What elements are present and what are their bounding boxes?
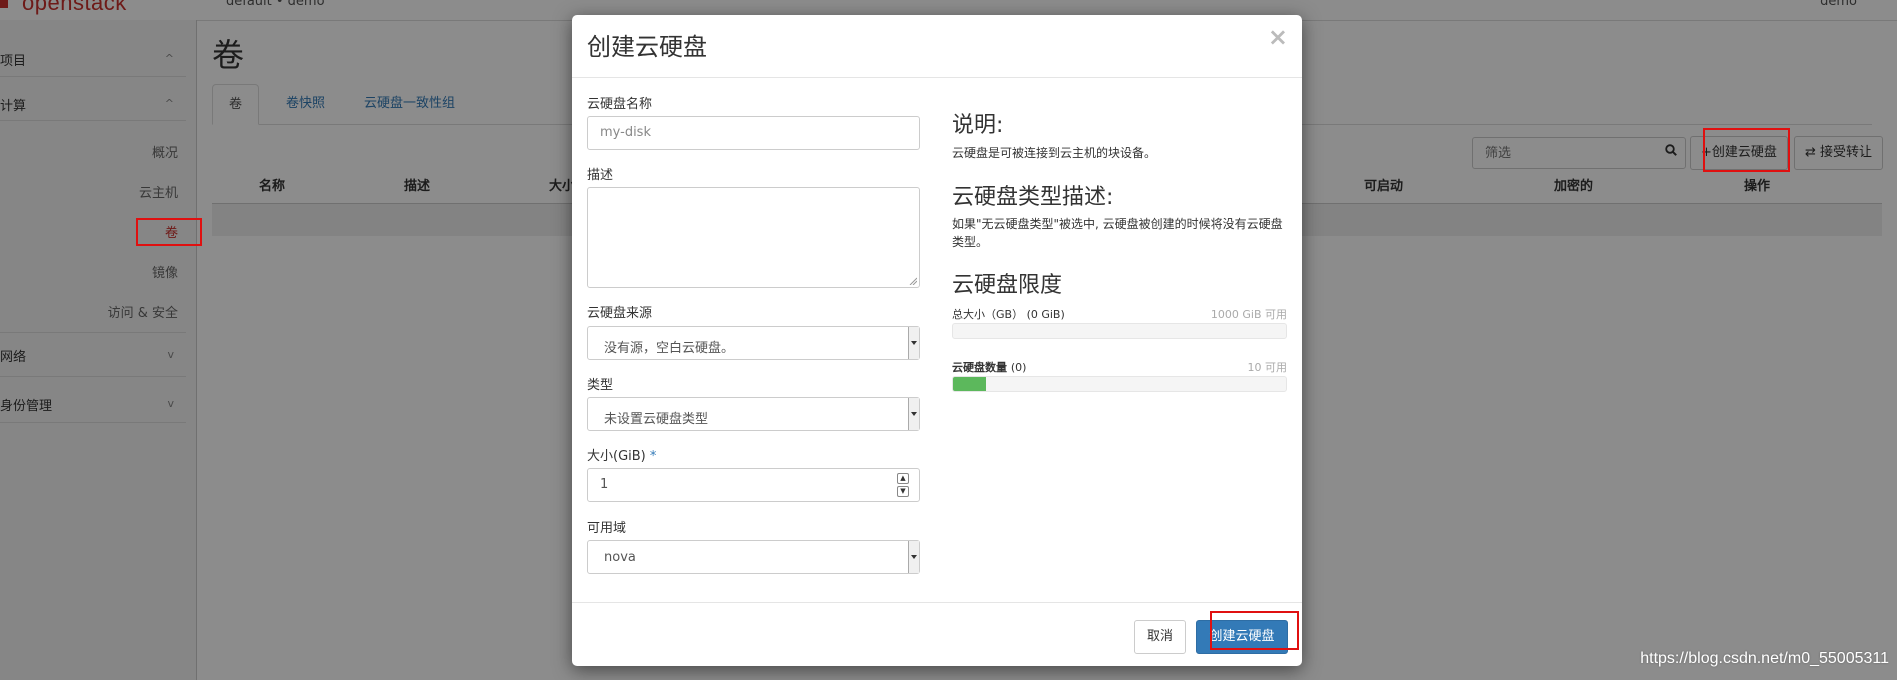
increment-icon[interactable]: ▲ (897, 473, 909, 484)
size-input[interactable]: 1 ▲ ▼ (587, 468, 920, 502)
quota-count-label-text: 云硬盘数量 (952, 361, 1007, 374)
highlight-box-submit (1210, 611, 1299, 650)
type-description-text: 如果"无云硬盘类型"被选中, 云硬盘被创建的时候将没有云硬盘类型。 (952, 217, 1283, 249)
decrement-icon[interactable]: ▼ (897, 486, 909, 497)
quota-size-label: 总大小（GB） (0 GiB) (952, 308, 1065, 321)
size-value: 1 (600, 477, 609, 492)
modal-header: 创建云硬盘 × (572, 15, 1302, 78)
type-description-heading: 云硬盘类型描述: (952, 185, 1114, 210)
size-stepper[interactable]: ▲ ▼ (897, 473, 909, 497)
cancel-button[interactable]: 取消 (1134, 620, 1186, 654)
quota-size-available: 1000 GiB 可用 (1210, 308, 1287, 321)
watermark: https://blog.csdn.net/m0_55005311 (1640, 650, 1889, 667)
availability-zone-value: nova (604, 550, 636, 565)
volume-name-label: 云硬盘名称 (587, 97, 653, 112)
availability-zone-label: 可用域 (587, 521, 627, 536)
volume-name-placeholder: my-disk (600, 125, 651, 140)
resize-handle-icon[interactable] (909, 277, 917, 285)
quota-count-available: 10 可用 (1247, 361, 1288, 374)
volume-type-value: 未设置云硬盘类型 (604, 412, 709, 427)
create-volume-dialog: 创建云硬盘 × 云硬盘名称 my-disk 描述 云硬盘来源 没有源，空白云硬盘… (572, 15, 1302, 666)
volume-type-label: 类型 (587, 378, 614, 393)
required-marker: * (649, 449, 657, 464)
availability-zone-select[interactable]: nova (587, 540, 920, 574)
description-label: 描述 (587, 168, 614, 183)
chevron-down-icon (908, 541, 919, 573)
volume-type-select[interactable]: 未设置云硬盘类型 (587, 397, 920, 431)
modal-footer: 取消 创建云硬盘 (572, 602, 1302, 667)
highlight-box-create-volume (1703, 128, 1790, 172)
chevron-down-icon (908, 327, 919, 359)
quota-count-bar-fill (953, 377, 987, 391)
limits-heading: 云硬盘限度 (952, 273, 1063, 298)
close-icon[interactable]: × (1268, 23, 1288, 51)
volume-source-value: 没有源，空白云硬盘。 (604, 341, 735, 356)
quota-count-value: (0) (1010, 361, 1027, 374)
quota-count-label: 云硬盘数量 (0) (952, 359, 1026, 375)
description-textarea[interactable] (587, 187, 920, 288)
volume-name-input[interactable]: my-disk (587, 116, 920, 150)
size-label-text: 大小(GiB) (587, 449, 646, 464)
modal-title: 创建云硬盘 (587, 33, 707, 61)
volume-source-label: 云硬盘来源 (587, 306, 653, 321)
chevron-down-icon (908, 398, 919, 430)
quota-count-bar (952, 376, 1287, 392)
info-text: 云硬盘是可被连接到云主机的块设备。 (952, 146, 1157, 160)
volume-source-select[interactable]: 没有源，空白云硬盘。 (587, 326, 920, 360)
quota-size-bar (952, 323, 1287, 339)
highlight-box-sidebar-volumes (136, 218, 202, 246)
size-label: 大小(GiB) * (587, 445, 656, 464)
info-heading: 说明: (952, 113, 1004, 138)
